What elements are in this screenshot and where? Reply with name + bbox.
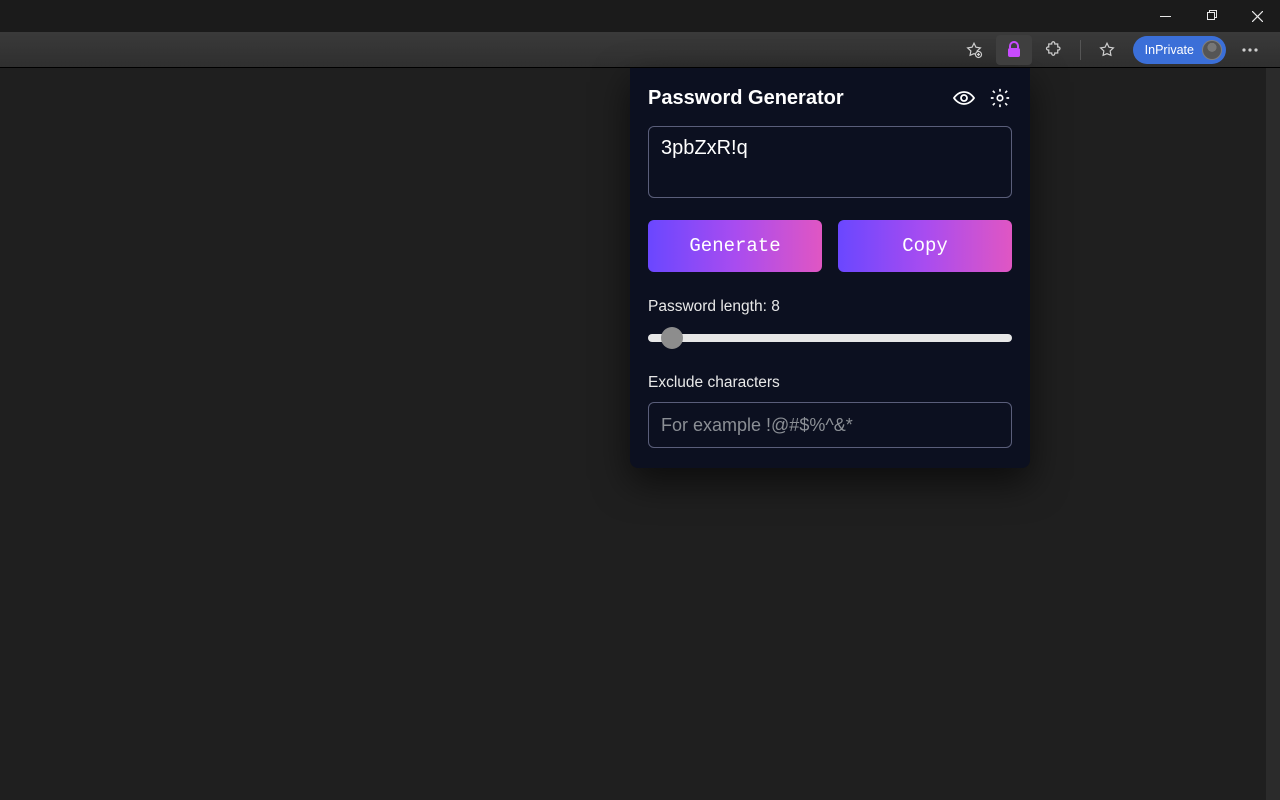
page-content-area: Password Generator 3pbZxR!q [0, 68, 1280, 800]
exclude-characters-label: Exclude characters [648, 374, 1012, 392]
extension-password-generator-icon[interactable] [996, 35, 1032, 65]
generated-password-field[interactable]: 3pbZxR!q [648, 126, 1012, 198]
extensions-puzzle-icon[interactable] [1036, 35, 1072, 65]
popup-header-icons [952, 86, 1012, 110]
generate-button[interactable]: Generate [648, 220, 822, 272]
password-length-value: 8 [771, 298, 780, 315]
toolbar-separator [1080, 40, 1081, 60]
window-minimize-button[interactable] [1142, 0, 1188, 32]
vertical-scrollbar[interactable] [1266, 68, 1280, 800]
favorite-add-icon[interactable] [956, 35, 992, 65]
slider-thumb[interactable] [661, 327, 683, 349]
popup-title: Password Generator [648, 87, 844, 110]
button-row: Generate Copy [648, 220, 1012, 272]
copy-button[interactable]: Copy [838, 220, 1012, 272]
exclude-characters-input[interactable] [648, 402, 1012, 448]
window-restore-button[interactable] [1188, 0, 1234, 32]
window-close-button[interactable] [1234, 0, 1280, 32]
window-titlebar [0, 0, 1280, 32]
password-length-slider[interactable] [648, 326, 1012, 350]
password-generator-popup: Password Generator 3pbZxR!q [630, 68, 1030, 468]
password-length-label: Password length: 8 [648, 298, 1012, 316]
visibility-toggle-icon[interactable] [952, 86, 976, 110]
slider-track [648, 334, 1012, 342]
profile-avatar-icon [1202, 40, 1222, 60]
more-menu-icon[interactable] [1232, 35, 1268, 65]
inprivate-indicator[interactable]: InPrivate [1133, 36, 1226, 64]
popup-header: Password Generator [648, 86, 1012, 110]
inprivate-label: InPrivate [1145, 43, 1194, 57]
favorites-star-icon[interactable] [1089, 35, 1125, 65]
toolbar-right-group: InPrivate [952, 32, 1272, 67]
browser-toolbar: InPrivate [0, 32, 1280, 68]
settings-gear-icon[interactable] [988, 86, 1012, 110]
generated-password-value: 3pbZxR!q [661, 137, 748, 159]
